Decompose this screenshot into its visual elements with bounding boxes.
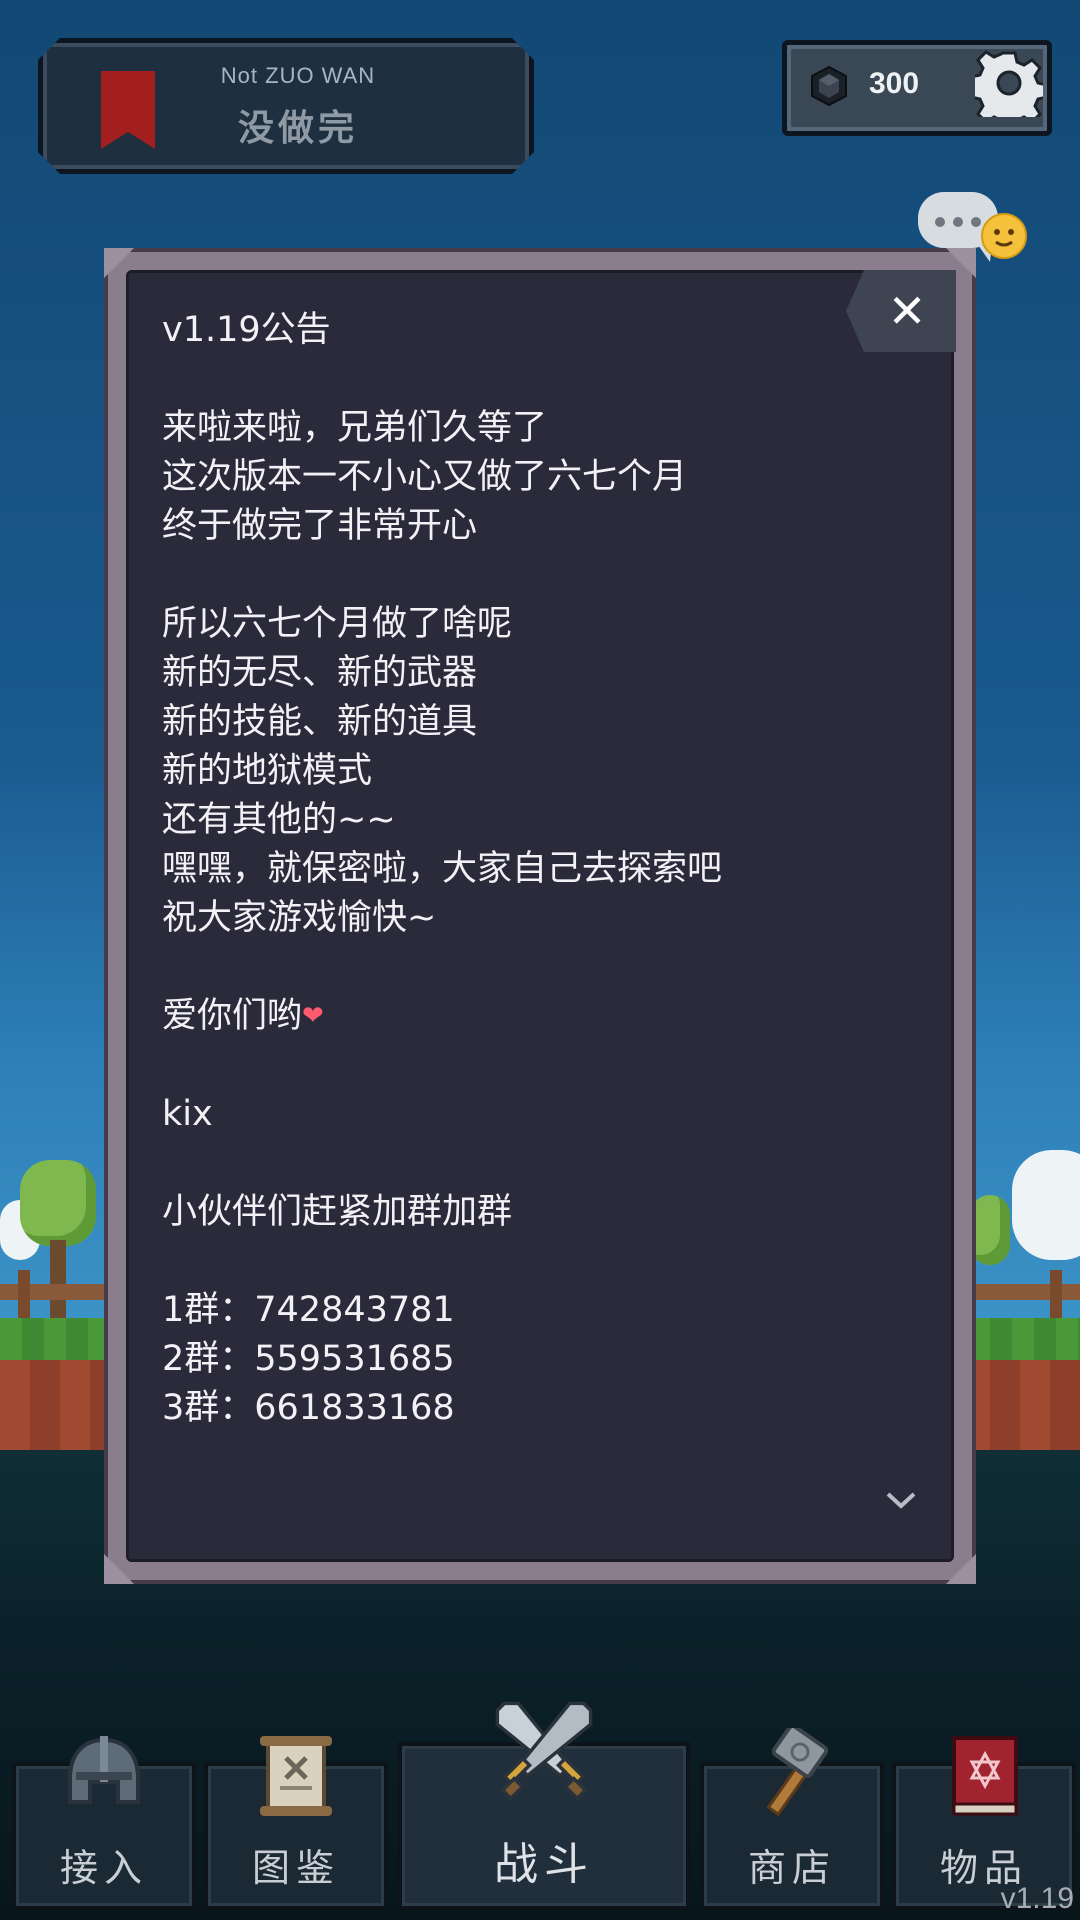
notice-line: ​ bbox=[162, 943, 862, 992]
nav-item-access[interactable]: 接入 bbox=[12, 1736, 196, 1910]
bookmark-icon bbox=[101, 71, 155, 149]
close-button[interactable]: ✕ bbox=[846, 270, 956, 352]
level-banner[interactable]: Not ZUO WAN 没做完 bbox=[38, 38, 534, 174]
fence-post bbox=[18, 1270, 30, 1320]
notice-line: 2群：559531685 bbox=[162, 1339, 455, 1379]
notice-line: 这次版本一不小心又做了六七个月 bbox=[162, 457, 688, 497]
tree bbox=[970, 1195, 1010, 1265]
nav-label: 商店 bbox=[747, 1846, 836, 1890]
notice-line: ​ bbox=[162, 1237, 862, 1286]
currency-panel: 300 bbox=[782, 40, 1052, 136]
fence bbox=[0, 1284, 108, 1300]
helmet-icon bbox=[68, 1736, 140, 1804]
close-icon: ✕ bbox=[887, 284, 927, 338]
scroll-icon bbox=[260, 1736, 332, 1816]
crossed-swords-icon bbox=[495, 1701, 593, 1801]
banner-title: 没做完 bbox=[237, 108, 358, 149]
notice-line: 新的技能、新的道具 bbox=[162, 702, 478, 742]
nav-item-battle[interactable]: 战斗 bbox=[398, 1701, 690, 1910]
announcement-body[interactable]: v1.19公告​来啦来啦，兄弟们久等了这次版本一不小心又做了六七个月终于做完了非… bbox=[126, 270, 954, 1562]
cloud bbox=[1012, 1150, 1080, 1260]
currency-amount: 300 bbox=[869, 67, 920, 100]
nav-label: 图鉴 bbox=[251, 1846, 340, 1890]
notice-line: 嘿嘿，就保密啦，大家自己去探索吧 bbox=[162, 849, 723, 889]
notice-line: 3群：661833168 bbox=[162, 1388, 455, 1428]
scroll-down-chevron-icon[interactable] bbox=[876, 1480, 926, 1520]
nav-label: 接入 bbox=[59, 1846, 148, 1890]
notice-line: 来啦来啦，兄弟们久等了 bbox=[162, 408, 548, 448]
hammer-icon bbox=[766, 1728, 829, 1817]
tree bbox=[20, 1160, 96, 1246]
announcement-text: v1.19公告​来啦来啦，兄弟们久等了这次版本一不小心又做了六七个月终于做完了非… bbox=[162, 306, 862, 1433]
notice-line: kix bbox=[162, 1094, 213, 1134]
announcement-dialog: v1.19公告​来啦来啦，兄弟们久等了这次版本一不小心又做了六七个月终于做完了非… bbox=[104, 248, 976, 1584]
notice-line: 小伙伴们赶紧加群加群 bbox=[162, 1192, 513, 1232]
nav-item-shop[interactable]: 商店 bbox=[700, 1728, 884, 1910]
tree-trunk bbox=[50, 1240, 66, 1320]
heart-icon: ❤ bbox=[302, 1001, 324, 1031]
fence bbox=[972, 1284, 1080, 1300]
banner-subtitle: Not ZUO WAN bbox=[220, 63, 376, 88]
notice-line: ​ bbox=[162, 551, 862, 600]
notice-line-with-heart: 爱你们哟❤ bbox=[162, 992, 862, 1041]
notice-line: 终于做完了非常开心 bbox=[162, 506, 478, 546]
notice-line: 还有其他的~~ bbox=[162, 800, 396, 840]
nav-item-codex[interactable]: 图鉴 bbox=[204, 1736, 388, 1910]
notice-line: ​ bbox=[162, 1139, 862, 1188]
notice-line: 1群：742843781 bbox=[162, 1290, 455, 1330]
notice-line: v1.19公告 bbox=[162, 310, 331, 350]
notice-line: ​ bbox=[162, 355, 862, 404]
notice-line: 新的无尽、新的武器 bbox=[162, 653, 478, 693]
gear-icon[interactable] bbox=[975, 49, 1043, 117]
notice-line: 新的地狱模式 bbox=[162, 751, 373, 791]
version-label: v1.19 bbox=[1000, 1882, 1074, 1915]
fence-post bbox=[1050, 1270, 1062, 1320]
notice-line: 祝大家游戏愉快~ bbox=[162, 898, 437, 938]
spellbook-icon bbox=[952, 1736, 1018, 1816]
nav-label: 战斗 bbox=[494, 1839, 594, 1890]
notice-line: ​ bbox=[162, 1041, 862, 1090]
notice-line: 爱你们哟 bbox=[162, 996, 303, 1036]
notice-line: 所以六七个月做了啥呢 bbox=[162, 604, 513, 644]
gem-icon bbox=[811, 65, 847, 107]
